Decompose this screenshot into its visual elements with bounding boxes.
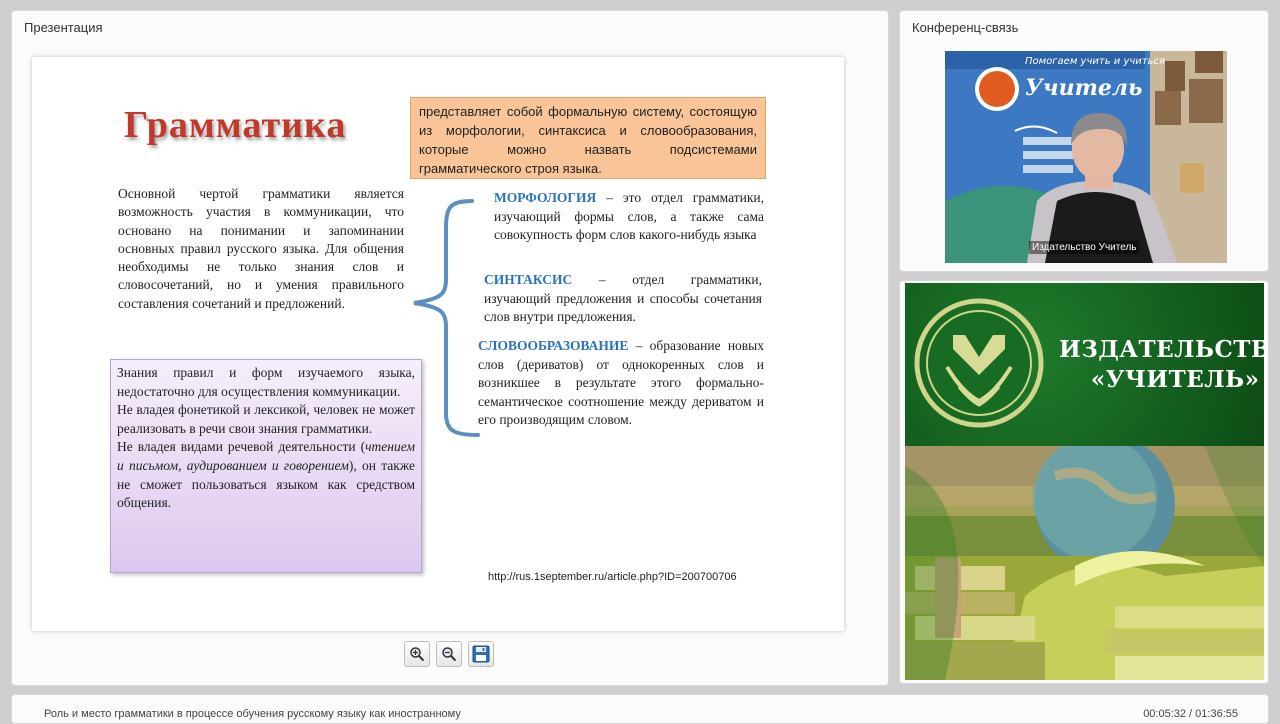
floppy-disk-icon: [472, 645, 490, 663]
slide-title: Грамматика: [124, 104, 347, 146]
word-formation-term: СЛОВООБРАЗОВАНИЕ: [478, 338, 629, 353]
main-text: Основной чертой грамматики является возм…: [118, 186, 404, 311]
save-button[interactable]: [468, 641, 494, 667]
syntax-block: СИНТАКСИС – отдел грамматики, изучающий …: [484, 271, 762, 327]
zoom-toolbar: [404, 641, 494, 667]
backdrop-brand: Учитель: [1025, 75, 1142, 101]
publisher-name: ИЗДАТЕЛЬСТВО «УЧИТЕЛЬ»: [1059, 335, 1269, 395]
video-feed[interactable]: Помогаем учить и учиться Учитель Издател…: [945, 51, 1227, 263]
zoom-out-icon: [442, 647, 457, 662]
word-formation-block: СЛОВООБРАЗОВАНИЕ – образование новых сло…: [478, 337, 764, 430]
conference-panel: Конференц-связь Помогаем учить и учиться…: [899, 10, 1269, 272]
knowledge-paragraph-3: Не владея видами речевой деятельности (ч…: [117, 438, 415, 512]
presentation-panel: Презентация Грамматика представляет собо…: [11, 10, 889, 686]
video-caption: Издательство Учитель: [1029, 241, 1140, 254]
playback-time: 00:05:32 / 01:36:55: [1143, 708, 1238, 720]
source-url: http://rus.1september.ru/article.php?ID=…: [488, 571, 737, 583]
video-scene: Помогаем учить и учиться Учитель: [945, 51, 1227, 263]
books-image: [905, 446, 1264, 680]
knowledge-box: Знания правил и форм изучаемого языка, н…: [110, 359, 422, 573]
morphology-term: МОРФОЛОГИЯ: [494, 190, 597, 205]
zoom-in-button[interactable]: [404, 641, 430, 667]
syntax-term: СИНТАКСИС: [484, 272, 573, 287]
knowledge-paragraph-1: Знания правил и форм изучаемого языка, н…: [117, 365, 415, 399]
publisher-name-line-2: «УЧИТЕЛЬ»: [1090, 366, 1260, 393]
definition-box: представляет собой формальную систему, с…: [410, 97, 766, 179]
lecture-title: Роль и место грамматики в процессе обуче…: [44, 708, 461, 720]
presentation-panel-title: Презентация: [24, 20, 103, 35]
slide: Грамматика представляет собой формальную…: [32, 57, 844, 631]
zoom-in-icon: [410, 647, 425, 662]
backdrop-slogan: Помогаем учить и учиться: [1025, 56, 1165, 67]
curly-brace-icon: [413, 199, 480, 437]
knowledge-paragraph-2: Не владея фонетикой и лексикой, человек …: [117, 402, 415, 436]
morphology-block: МОРФОЛОГИЯ – это отдел грамматики, изуча…: [494, 189, 764, 245]
conference-panel-title: Конференц-связь: [912, 20, 1019, 35]
publisher-name-line-1: ИЗДАТЕЛЬСТВО: [1059, 336, 1269, 363]
publisher-banner: ИЗДАТЕЛЬСТВО «УЧИТЕЛЬ»: [905, 283, 1268, 446]
zoom-out-button[interactable]: [436, 641, 462, 667]
knowledge-p3-start: Не владея видами речевой деятельности (: [117, 439, 366, 455]
publisher-panel: ИЗДАТЕЛЬСТВО «УЧИТЕЛЬ»: [899, 280, 1269, 684]
publisher-logo-icon: [914, 298, 1044, 428]
